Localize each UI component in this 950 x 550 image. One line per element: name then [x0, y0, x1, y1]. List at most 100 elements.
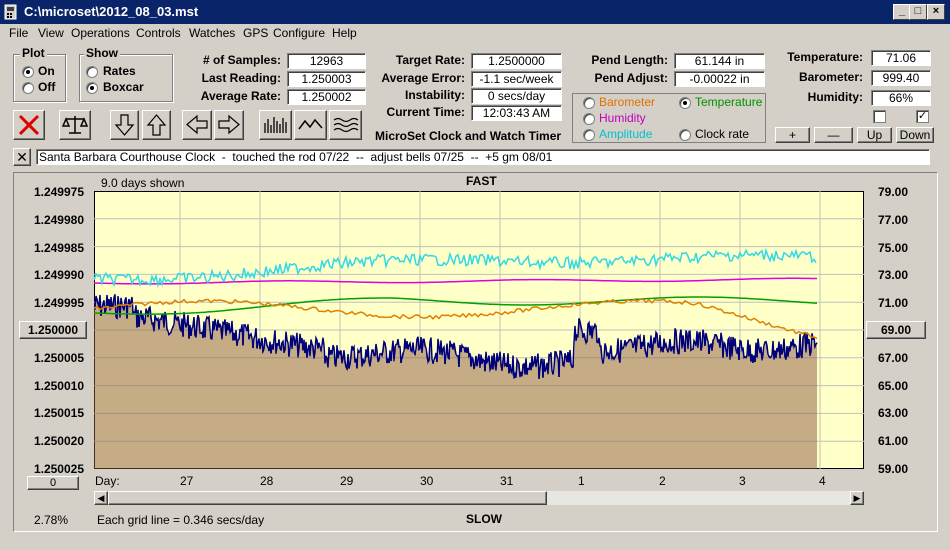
current-time-label: Current Time: — [386, 105, 465, 119]
show-group — [79, 54, 173, 102]
bottom-left-button[interactable]: 0 — [27, 476, 79, 490]
fast-label: FAST — [466, 174, 497, 188]
day-label: 27 — [180, 474, 194, 488]
temperature-field: 71.06 — [871, 50, 931, 66]
menu-file[interactable]: File — [9, 26, 28, 40]
scroll-thumb[interactable] — [108, 491, 547, 505]
balance-scale-icon — [61, 116, 89, 134]
temperature-radio[interactable] — [679, 97, 691, 109]
day-label: 28 — [260, 474, 274, 488]
down-arrow-button[interactable] — [110, 110, 139, 140]
maximize-button[interactable]: □ — [909, 4, 927, 20]
wave-lines-icon — [333, 117, 359, 133]
menu-view[interactable]: View — [38, 26, 64, 40]
plot-on-radio[interactable] — [22, 66, 34, 78]
scale-minus-button[interactable]: — — [814, 127, 853, 143]
notes-field[interactable]: Santa Barbara Courthouse Clock - touched… — [36, 149, 930, 165]
humidity-radio[interactable] — [583, 113, 595, 125]
clear-button[interactable] — [13, 110, 45, 140]
samples-label: # of Samples: — [202, 53, 281, 67]
day-label: 2 — [659, 474, 666, 488]
scroll-right-button[interactable]: ▶ — [850, 491, 864, 505]
amplitude-radio[interactable] — [583, 129, 595, 141]
window-title: C:\microset\2012_08_03.mst — [24, 4, 199, 19]
left-arrow-button[interactable] — [182, 110, 212, 140]
barometer-radio[interactable] — [583, 97, 595, 109]
scale-down-button[interactable]: Down — [896, 127, 934, 143]
app-icon — [4, 4, 17, 20]
time-scrollbar[interactable]: ◀ ▶ — [94, 491, 864, 505]
arrow-down-icon — [114, 114, 135, 136]
menu-controls[interactable]: Controls — [136, 26, 181, 40]
show-rates-label: Rates — [103, 64, 136, 78]
temperature-option-label: Temperature — [695, 95, 763, 109]
day-label: 29 — [340, 474, 354, 488]
scroll-left-button[interactable]: ◀ — [94, 491, 108, 505]
slow-label: SLOW — [466, 512, 502, 526]
app-name: MicroSet Clock and Watch Timer — [375, 129, 562, 143]
left-tick: 1.249980 — [33, 213, 84, 227]
plot-on-label: On — [38, 64, 55, 78]
pend-adjust-label: Pend Adjust: — [594, 71, 668, 85]
clock-rate-option-label: Clock rate — [695, 127, 750, 141]
plot-off-label: Off — [38, 80, 56, 94]
close-button[interactable]: × — [927, 4, 945, 20]
right-arrow-button[interactable] — [214, 110, 244, 140]
line-chart-icon — [298, 118, 323, 130]
bar-view-button[interactable] — [259, 110, 292, 140]
instability-field: 0 secs/day — [471, 88, 562, 104]
menu-configure[interactable]: Configure — [273, 26, 325, 40]
arrow-up-icon — [146, 114, 167, 136]
target-rate-label: Target Rate: — [395, 53, 465, 67]
left-tick: 1.249990 — [33, 268, 84, 282]
menu-gps[interactable]: GPS — [243, 26, 268, 40]
clock-rate-radio[interactable] — [679, 129, 691, 141]
up-arrow-button[interactable] — [142, 110, 171, 140]
average-error-field: -1.1 sec/week — [471, 71, 562, 87]
balance-button[interactable] — [59, 110, 91, 140]
day-label: 31 — [500, 474, 514, 488]
pend-length-field[interactable]: 61.144 in — [674, 53, 765, 69]
right-tick: 79.00 — [877, 185, 908, 199]
show-rates-radio[interactable] — [86, 66, 98, 78]
checkbox-right[interactable]: ✓ — [916, 110, 929, 123]
plot-off-radio[interactable] — [22, 82, 34, 94]
menu-bar: File View Operations Controls Watches GP… — [0, 24, 950, 42]
right-tick: 63.00 — [877, 406, 908, 420]
right-tick: 61.00 — [877, 434, 908, 448]
pend-adjust-field: -0.00022 in — [674, 71, 765, 87]
bar-chart-icon — [264, 117, 287, 133]
samples-field: 12963 — [287, 53, 366, 69]
right-tick: 59.00 — [877, 462, 908, 476]
target-rate-field[interactable]: 1.2500000 — [471, 53, 562, 69]
arrow-right-icon — [218, 114, 240, 135]
humidity-option-label: Humidity — [599, 111, 646, 125]
menu-watches[interactable]: Watches — [189, 26, 235, 40]
scale-plus-button[interactable]: + — [775, 127, 810, 143]
left-tick: 1.249985 — [33, 241, 84, 255]
title-bar: C:\microset\2012_08_03.mst _ □ × — [0, 0, 950, 24]
day-label: 4 — [819, 474, 826, 488]
barometer-label: Barometer: — [798, 70, 863, 84]
right-tick: 73.00 — [877, 268, 908, 282]
left-tick: 1.250015 — [33, 406, 84, 420]
notes-close-button[interactable]: ✕ — [13, 148, 31, 166]
show-boxcar-radio[interactable] — [86, 82, 98, 94]
red-x-icon — [18, 114, 40, 136]
scale-up-button[interactable]: Up — [857, 127, 892, 143]
left-tick: 1.250005 — [33, 351, 84, 365]
menu-operations[interactable]: Operations — [71, 26, 130, 40]
left-tick: 1.249975 — [33, 185, 84, 199]
menu-help[interactable]: Help — [332, 26, 357, 40]
line-view-button[interactable] — [294, 110, 327, 140]
checkbox-left[interactable] — [873, 110, 886, 123]
day-axis-label: Day: — [95, 474, 120, 488]
center-temp-button[interactable]: 69.00 — [866, 321, 926, 339]
right-tick: 75.00 — [877, 241, 908, 255]
instability-label: Instability: — [404, 88, 465, 102]
show-boxcar-label: Boxcar — [103, 80, 144, 94]
temperature-label: Temperature: — [787, 50, 863, 64]
wave-view-button[interactable] — [329, 110, 362, 140]
center-rate-button[interactable]: 1.250000 — [19, 321, 87, 339]
plot-group — [13, 54, 66, 102]
